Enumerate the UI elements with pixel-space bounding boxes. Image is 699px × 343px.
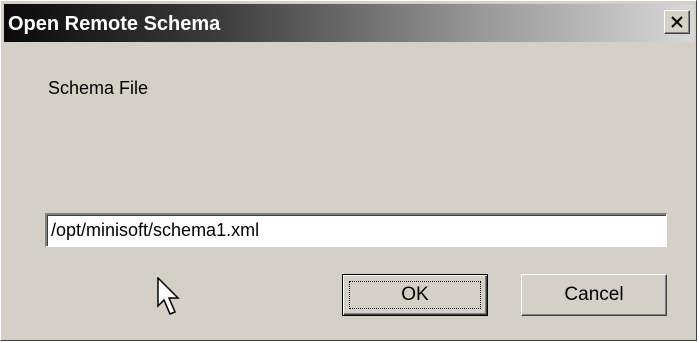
ok-button-label: OK (401, 284, 429, 305)
title-bar: Open Remote Schema (4, 4, 694, 42)
ok-button[interactable]: OK (342, 274, 488, 316)
close-icon (671, 16, 683, 28)
mouse-pointer-icon (157, 277, 180, 315)
cancel-button[interactable]: Cancel (521, 274, 667, 316)
cancel-button-label: Cancel (564, 284, 624, 305)
dialog-title: Open Remote Schema (8, 13, 221, 35)
open-remote-schema-dialog: Open Remote Schema Schema File OK Cancel (0, 0, 697, 341)
close-button[interactable] (664, 10, 690, 34)
schema-file-label: Schema File (48, 78, 149, 98)
schema-file-input[interactable] (45, 213, 667, 247)
